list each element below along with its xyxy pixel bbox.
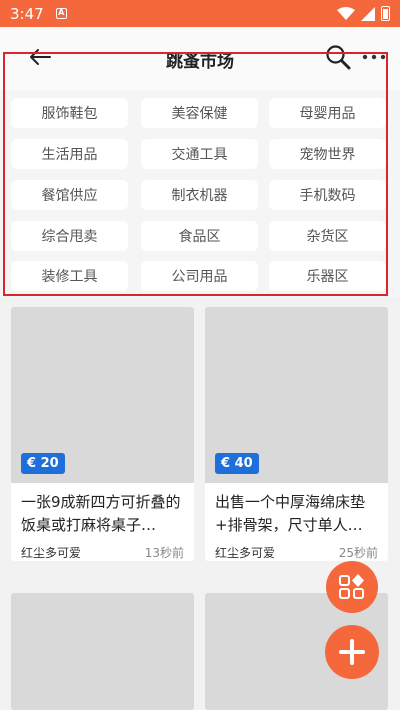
app-header: 跳蚤市场 [0, 27, 400, 90]
category-beauty[interactable]: 美容保健 [141, 98, 258, 128]
more-horizontal-icon[interactable] [362, 43, 386, 71]
listing-image: € 40 [205, 307, 388, 483]
price-badge: € 20 [21, 453, 65, 474]
notification-icon: A [55, 8, 67, 19]
listing-card[interactable]: € 20 一张9成新四方可折叠的饭桌或打麻将桌子… 红尘多可爱 13秒前 [11, 307, 194, 561]
category-fab[interactable] [326, 561, 378, 613]
category-phones[interactable]: 手机数码 [269, 180, 386, 210]
listing-time: 25秒前 [338, 546, 378, 560]
category-fashion[interactable]: 服饰鞋包 [11, 98, 128, 128]
wifi-icon [337, 6, 355, 20]
listing-title: 一张9成新四方可折叠的饭桌或打麻将桌子… [21, 493, 181, 534]
category-vehicles[interactable]: 交通工具 [141, 139, 258, 169]
category-instruments[interactable]: 乐器区 [269, 261, 386, 291]
search-icon[interactable] [324, 43, 352, 71]
listing-title: 出售一个中厚海绵床垫+排骨架，尺寸单人… [215, 493, 366, 534]
category-living[interactable]: 生活用品 [11, 139, 128, 169]
status-icons [337, 6, 390, 21]
listing-meta: 红尘多可爱 25秒前 [205, 538, 388, 561]
category-pets[interactable]: 宠物世界 [269, 139, 386, 169]
battery-icon [381, 6, 390, 21]
listing-time: 13秒前 [144, 546, 184, 560]
listing-image: € 20 [11, 307, 194, 483]
add-listing-fab[interactable] [325, 625, 379, 679]
category-office[interactable]: 公司用品 [141, 261, 258, 291]
category-clearance[interactable]: 综合甩卖 [11, 221, 128, 251]
plus-icon [339, 639, 365, 665]
category-baby[interactable]: 母婴用品 [269, 98, 386, 128]
category-panel: 服饰鞋包 美容保健 母婴用品 生活用品 交通工具 宠物世界 餐馆供应 制衣机器 … [0, 90, 400, 298]
grid-category-icon [339, 574, 364, 599]
category-garment-machines[interactable]: 制衣机器 [141, 180, 258, 210]
listing-user: 红尘多可爱 [215, 546, 276, 560]
category-food[interactable]: 食品区 [141, 221, 258, 251]
signal-icon [361, 6, 375, 21]
listing-card[interactable]: € 40 出售一个中厚海绵床垫+排骨架，尺寸单人… 红尘多可爱 25秒前 [205, 307, 388, 561]
listing-meta: 红尘多可爱 13秒前 [11, 538, 194, 561]
category-restaurant[interactable]: 餐馆供应 [11, 180, 128, 210]
category-renovation[interactable]: 装修工具 [11, 261, 128, 291]
price-badge: € 40 [215, 453, 259, 474]
category-groceries[interactable]: 杂货区 [269, 221, 386, 251]
status-time: 3:47 [10, 4, 44, 23]
listing-card-placeholder[interactable] [11, 593, 194, 710]
status-bar: 3:47 A [0, 0, 400, 27]
listing-user: 红尘多可爱 [21, 546, 82, 560]
